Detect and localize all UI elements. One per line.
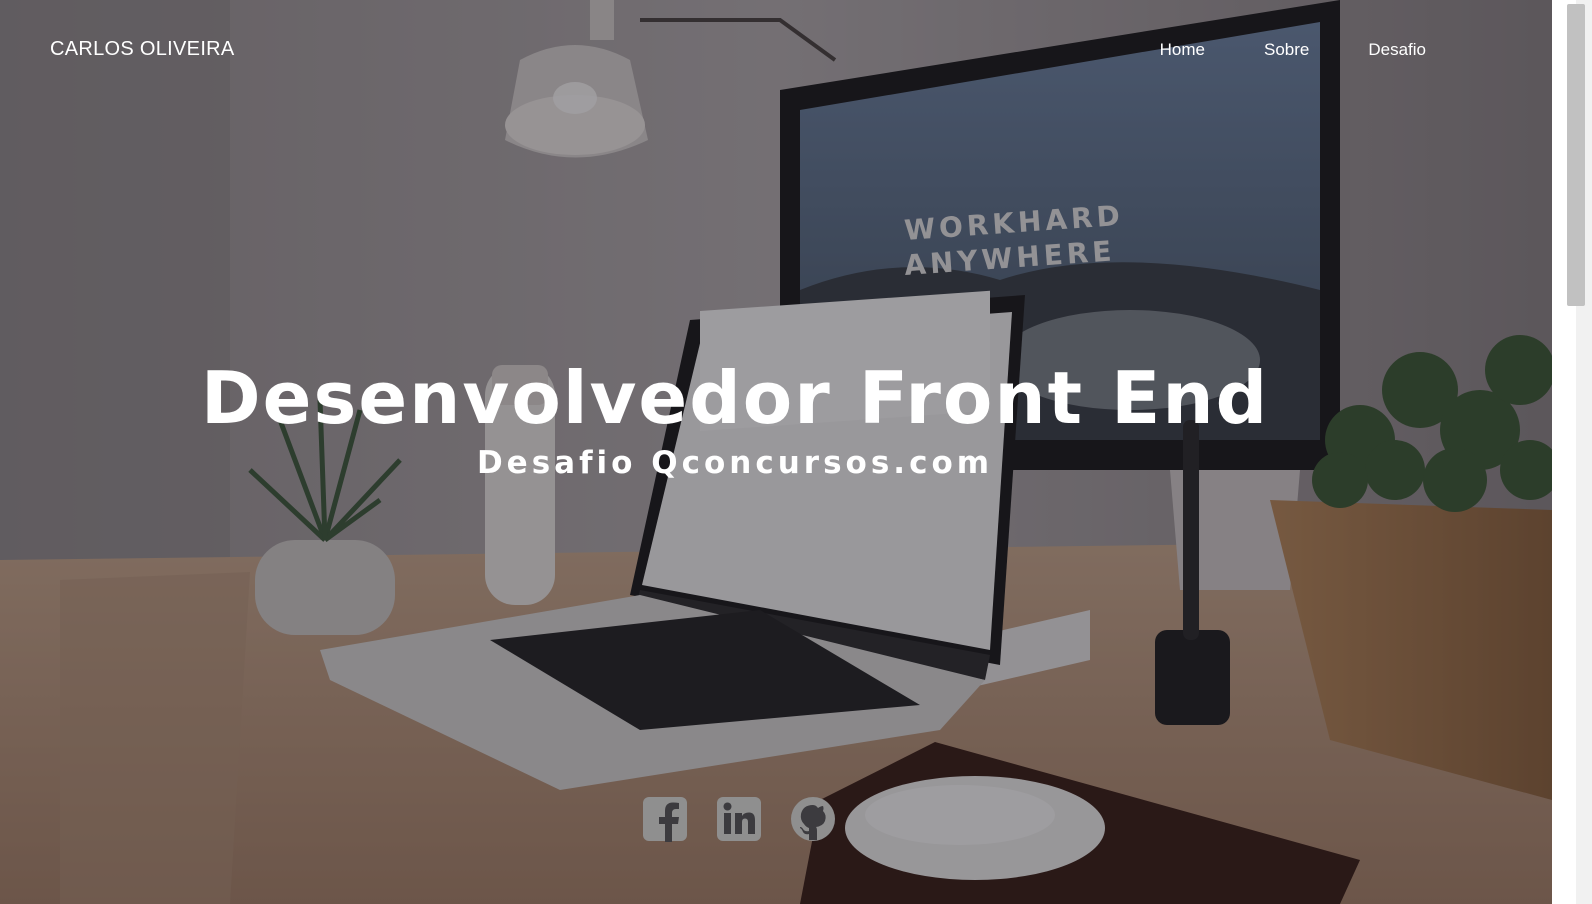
page-scrollbar[interactable] (1552, 0, 1592, 904)
top-navbar: CARLOS OLIVEIRA Home Sobre Desafio (0, 0, 1552, 100)
hero-title: Desenvolvedor Front End (200, 356, 1270, 440)
linkedin-icon (717, 797, 761, 841)
social-links (642, 796, 836, 842)
scrollbar-thumb[interactable] (1567, 4, 1585, 306)
linkedin-link[interactable] (716, 796, 762, 842)
nav-link-home[interactable]: Home (1160, 40, 1205, 60)
hero-subtitle: Desafio Qconcursos.com (476, 445, 994, 481)
nav-links: Home Sobre Desafio (1160, 40, 1426, 60)
facebook-link[interactable] (642, 796, 688, 842)
hero-section: Desenvolvedor Front End Desafio Qconcurs… (0, 355, 1470, 481)
facebook-icon (643, 797, 687, 842)
nav-link-sobre[interactable]: Sobre (1264, 40, 1309, 60)
page-viewport: WORKHARD ANYWHERE CARLOS OLIVEIRA Home S… (0, 0, 1552, 904)
brand-logo-link[interactable]: CARLOS OLIVEIRA (50, 38, 235, 61)
github-link[interactable] (790, 796, 836, 842)
nav-link-desafio[interactable]: Desafio (1368, 40, 1426, 60)
github-icon (791, 797, 835, 841)
